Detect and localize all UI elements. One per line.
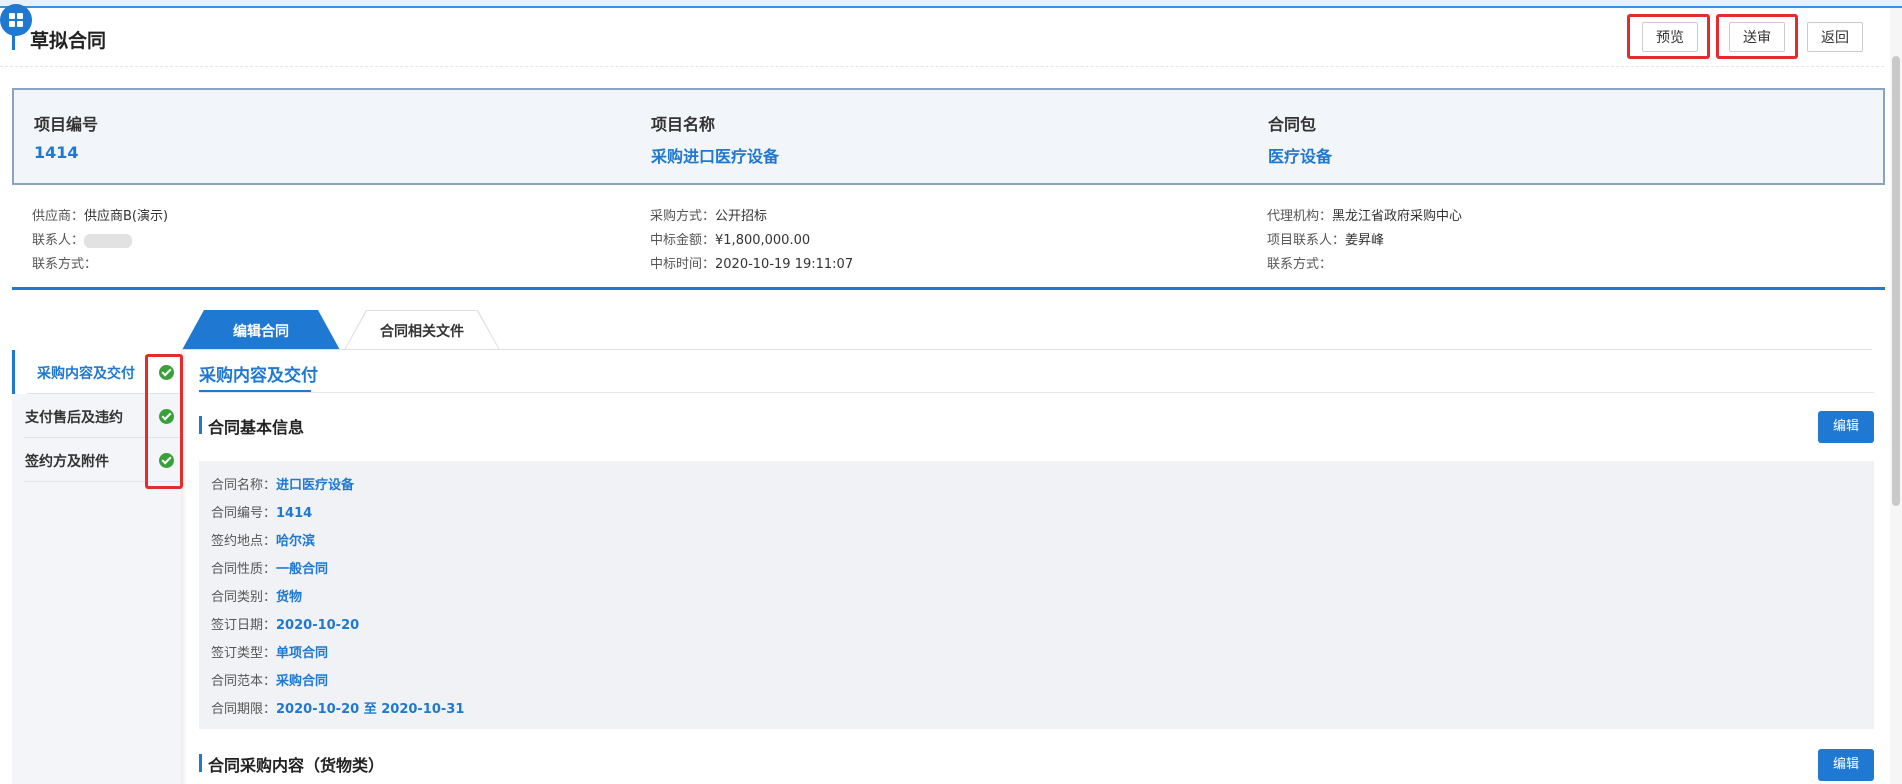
heading-accent xyxy=(199,416,202,434)
tab-contract-files[interactable]: 合同相关文件 xyxy=(345,311,499,350)
agency-field: 代理机构：黑龙江省政府采购中心 xyxy=(1267,209,1463,224)
section-tab-delivery[interactable]: 采购内容及交付 xyxy=(199,361,318,386)
heading-accent xyxy=(199,754,202,772)
contract-term-row: 合同期限：2020-10-20 至 2020-10-31 xyxy=(211,702,465,717)
contract-nature-row: 合同性质：一般合同 xyxy=(211,562,329,577)
agency-contact-method-field: 联系方式： xyxy=(1267,257,1333,272)
title-accent xyxy=(12,28,15,50)
procurement-method-field: 采购方式：公开招标 xyxy=(650,209,768,224)
contract-category-row: 合同类别：货物 xyxy=(211,590,303,605)
page-title: 草拟合同 xyxy=(30,30,107,52)
project-contact-field: 项目联系人：姜昇峰 xyxy=(1267,233,1385,248)
edit-purchase-content-button[interactable]: 编辑 xyxy=(1818,749,1874,781)
tab-edit-contract[interactable]: 编辑合同 xyxy=(182,310,340,350)
highlight-checks xyxy=(145,354,183,489)
redacted-contact xyxy=(84,233,133,248)
purchase-content-heading: 合同采购内容（货物类） xyxy=(208,756,385,775)
section-divider xyxy=(12,287,1885,290)
supplier-field: 供应商：供应商B(演示) xyxy=(32,209,169,224)
signing-location-row: 签约地点：哈尔滨 xyxy=(211,534,316,549)
contract-package-label: 合同包 xyxy=(1268,115,1317,134)
contract-template-row: 合同范本：采购合同 xyxy=(211,674,329,689)
project-name-value: 采购进口医疗设备 xyxy=(651,147,780,166)
top-bar xyxy=(0,0,1902,8)
basic-info-heading: 合同基本信息 xyxy=(208,418,305,437)
award-amount-field: 中标金额：¥1,800,000.00 xyxy=(650,233,811,248)
project-name-label: 项目名称 xyxy=(651,115,716,134)
back-button[interactable]: 返回 xyxy=(1807,22,1863,52)
highlight-submit xyxy=(1716,14,1798,59)
sidebar-item-label: 采购内容及交付 xyxy=(37,366,135,382)
scrollbar-thumb[interactable] xyxy=(1892,56,1900,506)
edit-basic-info-button[interactable]: 编辑 xyxy=(1818,411,1874,443)
contract-package-value: 医疗设备 xyxy=(1268,147,1333,166)
contact-method-field: 联系方式： xyxy=(32,257,98,272)
contract-name-row: 合同名称：进口医疗设备 xyxy=(211,478,355,493)
highlight-preview xyxy=(1627,14,1710,59)
contact-field: 联系人： xyxy=(32,229,133,248)
project-number-value: 1414 xyxy=(34,143,79,162)
project-summary: 项目编号 1414 项目名称 采购进口医疗设备 合同包 医疗设备 xyxy=(12,88,1885,185)
contract-number-row: 合同编号：1414 xyxy=(211,506,313,521)
signing-type-row: 签订类型：单项合同 xyxy=(211,646,329,661)
project-number-label: 项目编号 xyxy=(34,115,99,134)
contract-detail-box xyxy=(199,461,1874,729)
tab-baseline xyxy=(182,349,1872,350)
sidebar-item-label: 签约方及附件 xyxy=(25,454,109,470)
sidebar-item-label: 支付售后及违约 xyxy=(25,410,123,426)
signing-date-row: 签订日期：2020-10-20 xyxy=(211,618,360,633)
page-header xyxy=(0,12,1884,67)
award-time-field: 中标时间：2020-10-19 19:11:07 xyxy=(650,257,854,272)
section-line xyxy=(199,392,1874,393)
